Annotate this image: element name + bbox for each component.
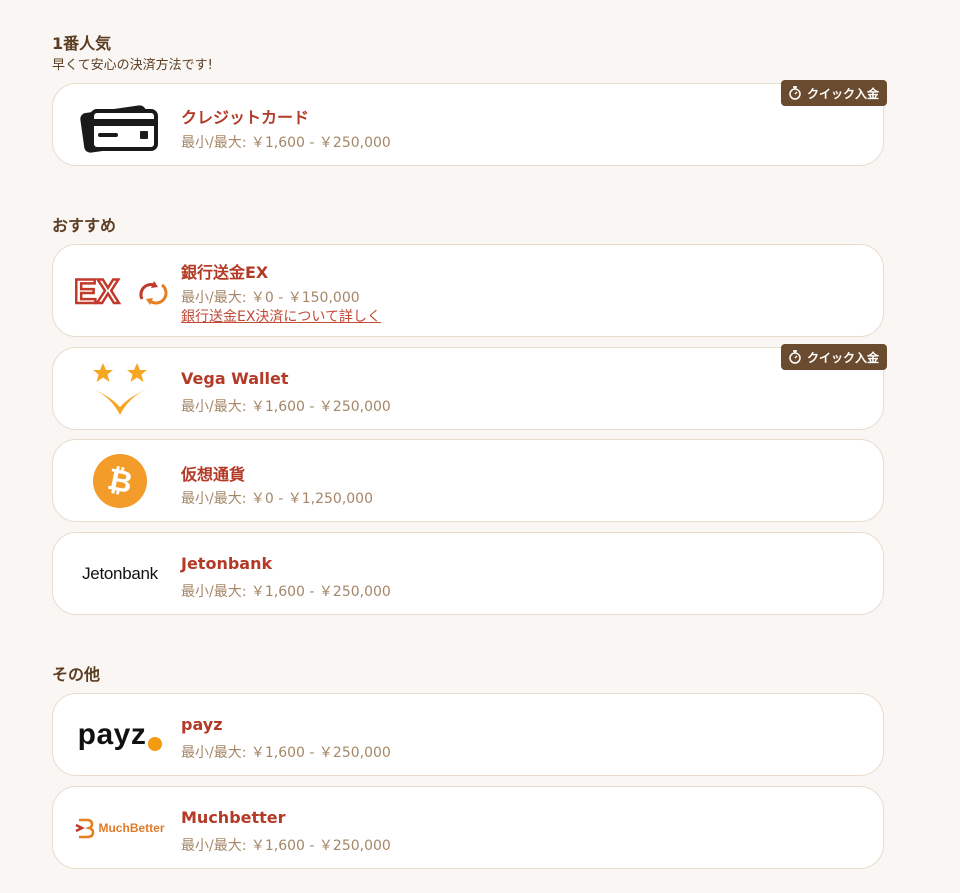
payment-method-bank-transfer-ex[interactable]: EX 銀行送金EX 最小/最大: ￥0 - ￥150,000 銀行送金EX決済に… <box>52 244 884 337</box>
quick-deposit-icon <box>789 86 801 100</box>
method-name: Jetonbank <box>181 554 273 573</box>
section-subtitle-popular: 早くて安心の決済方法です! <box>52 58 213 73</box>
method-range: 最小/最大: ￥0 - ￥1,250,000 <box>181 491 373 507</box>
credit-card-icon <box>67 84 173 165</box>
payment-method-muchbetter[interactable]: MuchBetter Muchbetter 最小/最大: ￥1,600 - ￥2… <box>52 786 884 869</box>
quick-deposit-icon <box>789 350 801 364</box>
method-range: 最小/最大: ￥1,600 - ￥250,000 <box>181 584 391 600</box>
muchbetter-logo-text: MuchBetter <box>98 820 165 835</box>
method-name: 銀行送金EX <box>181 263 269 282</box>
payz-logo: payz <box>67 694 173 775</box>
payment-method-crypto[interactable]: ₿ 仮想通貨 最小/最大: ￥0 - ￥1,250,000 <box>52 439 884 522</box>
method-name: クレジットカード <box>181 108 310 127</box>
method-name: 仮想通貨 <box>181 465 246 484</box>
ex-logo: EX <box>67 245 173 336</box>
bank-ex-details-link[interactable]: 銀行送金EX決済について詳しく <box>181 306 381 326</box>
method-name: payz <box>181 715 223 734</box>
method-range: 最小/最大: ￥1,600 - ￥250,000 <box>181 745 391 761</box>
payz-dot-icon <box>148 736 163 751</box>
method-name: Vega Wallet <box>181 369 289 388</box>
quick-deposit-label: クイック入金 <box>806 86 879 101</box>
method-range: 最小/最大: ￥1,600 - ￥250,000 <box>181 135 391 151</box>
jetonbank-logo-text: Jetonbank <box>82 563 158 583</box>
payment-method-credit-card[interactable]: クレジットカード 最小/最大: ￥1,600 - ￥250,000 クイック入金 <box>52 80 887 166</box>
bitcoin-icon: ₿ <box>67 440 173 521</box>
quick-deposit-label: クイック入金 <box>806 350 879 365</box>
section-title-other: その他 <box>52 665 101 684</box>
ex-logo-text: EX <box>74 273 120 311</box>
section-title-popular: 1番人気 <box>52 34 112 53</box>
muchbetter-mark-icon <box>75 818 95 838</box>
method-range: 最小/最大: ￥0 - ￥150,000 <box>181 290 360 306</box>
payment-method-vega-wallet[interactable]: Vega Wallet 最小/最大: ￥1,600 - ￥250,000 クイッ… <box>52 344 887 430</box>
payz-logo-text: payz <box>77 717 147 751</box>
muchbetter-logo: MuchBetter <box>67 787 173 868</box>
method-name: Muchbetter <box>181 808 286 827</box>
payment-method-payz[interactable]: payz payz 最小/最大: ￥1,600 - ￥250,000 <box>52 693 884 776</box>
jetonbank-logo: Jetonbank <box>67 533 173 614</box>
quick-deposit-badge[interactable]: クイック入金 <box>780 80 887 106</box>
section-title-recommended: おすすめ <box>52 216 117 235</box>
vega-wallet-logo <box>67 348 173 429</box>
quick-deposit-badge[interactable]: クイック入金 <box>780 344 887 370</box>
method-range: 最小/最大: ￥1,600 - ￥250,000 <box>181 838 391 854</box>
method-range: 最小/最大: ￥1,600 - ￥250,000 <box>181 399 391 415</box>
payment-method-jetonbank[interactable]: Jetonbank Jetonbank 最小/最大: ￥1,600 - ￥250… <box>52 532 884 615</box>
